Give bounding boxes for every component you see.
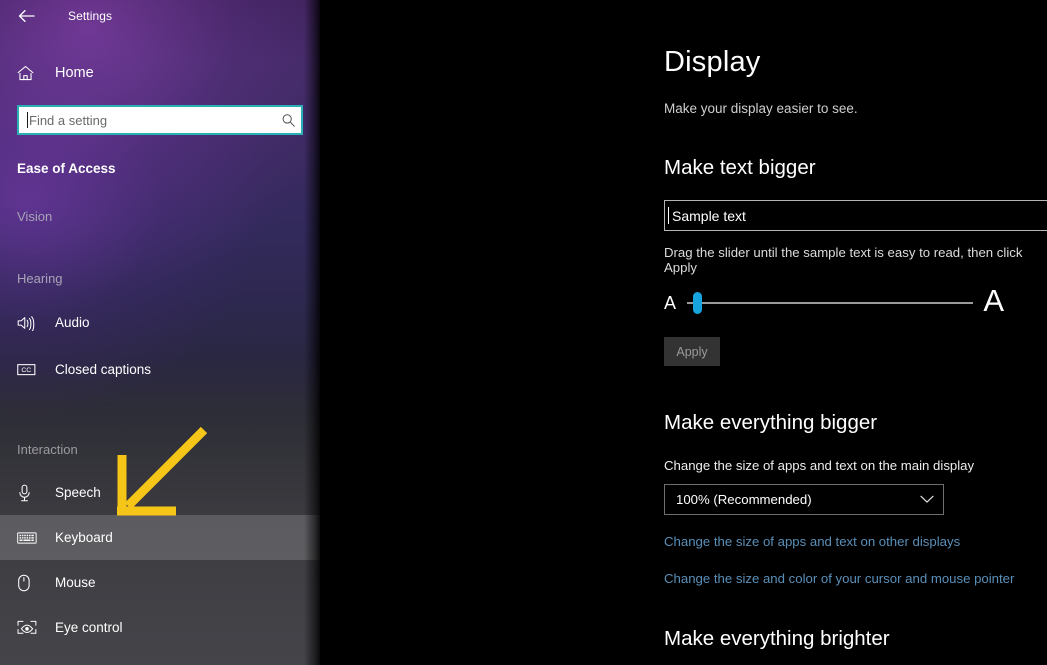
closed-captions-icon: CC (17, 362, 39, 377)
sidebar: Settings Home Find a setting Ease of Acc… (0, 0, 320, 665)
slider-track (687, 301, 974, 304)
title-bar: Settings (0, 0, 320, 32)
sample-text-caret (668, 207, 669, 224)
sidebar-group-hearing: Hearing (17, 271, 63, 286)
eye-control-icon (17, 620, 39, 635)
sidebar-item-audio[interactable]: Audio (0, 300, 320, 345)
microphone-icon (17, 484, 39, 502)
slider-min-label: A (664, 292, 677, 313)
sidebar-item-keyboard-label: Keyboard (55, 530, 113, 545)
search-icon[interactable] (275, 113, 301, 128)
sample-text-value: Sample text (672, 207, 746, 224)
back-arrow-icon (18, 9, 35, 23)
sidebar-item-audio-label: Audio (55, 315, 90, 330)
svg-text:CC: CC (21, 367, 31, 374)
sample-text-field[interactable]: Sample text (664, 200, 1047, 231)
sidebar-item-speech-label: Speech (55, 485, 101, 500)
sidebar-item-keyboard[interactable]: Keyboard (0, 515, 320, 560)
search-input[interactable] (19, 112, 275, 128)
apply-button[interactable]: Apply (664, 337, 720, 366)
link-other-displays[interactable]: Change the size of apps and text on othe… (664, 534, 1047, 549)
text-caret (27, 112, 28, 128)
search-container (0, 105, 320, 135)
sidebar-category-title: Ease of Access (17, 161, 116, 176)
keyboard-icon (17, 531, 39, 545)
sidebar-item-mouse-label: Mouse (55, 575, 96, 590)
text-size-slider[interactable] (687, 290, 974, 316)
display-scale-value: 100% (Recommended) (676, 492, 812, 507)
settings-window: Settings Home Find a setting Ease of Acc… (0, 0, 1047, 665)
sidebar-item-speech[interactable]: Speech (0, 470, 320, 515)
slider-max-label: A (983, 283, 1004, 318)
speaker-icon (17, 315, 39, 331)
display-scale-dropdown[interactable]: 100% (Recommended) (664, 484, 944, 515)
sidebar-group-interaction: Interaction (17, 442, 78, 457)
slider-hint-text: Drag the slider until the sample text is… (664, 245, 1023, 275)
text-size-slider-row: A A (664, 285, 1004, 316)
sidebar-group-vision: Vision (17, 209, 53, 224)
link-cursor-pointer[interactable]: Change the size and color of your cursor… (664, 571, 1047, 586)
sidebar-item-closed-captions[interactable]: CC Closed captions (0, 347, 320, 392)
search-box[interactable] (17, 105, 303, 135)
sidebar-item-mouse[interactable]: Mouse (0, 560, 320, 605)
back-button[interactable] (12, 3, 40, 29)
window-title: Settings (68, 9, 113, 23)
slider-thumb[interactable] (692, 291, 702, 314)
section-heading-make-text-bigger: Make text bigger (664, 156, 816, 179)
section-heading-make-everything-brighter: Make everything brighter (664, 627, 890, 650)
section-heading-make-everything-bigger: Make everything bigger (664, 411, 878, 434)
sidebar-item-home[interactable]: Home (0, 58, 320, 88)
sidebar-home-label: Home (55, 65, 94, 81)
page-subtitle: Make your display easier to see. (664, 101, 858, 116)
mouse-icon (17, 574, 39, 592)
sidebar-item-eye-control-label: Eye control (55, 620, 123, 635)
sidebar-item-closed-captions-label: Closed captions (55, 362, 152, 377)
chevron-down-icon (920, 495, 934, 504)
page-title: Display (664, 46, 761, 78)
home-icon (17, 65, 39, 81)
main-content: Display Make your display easier to see.… (320, 0, 1047, 665)
sidebar-item-eye-control[interactable]: Eye control (0, 605, 320, 650)
scale-field-label: Change the size of apps and text on the … (664, 458, 975, 473)
